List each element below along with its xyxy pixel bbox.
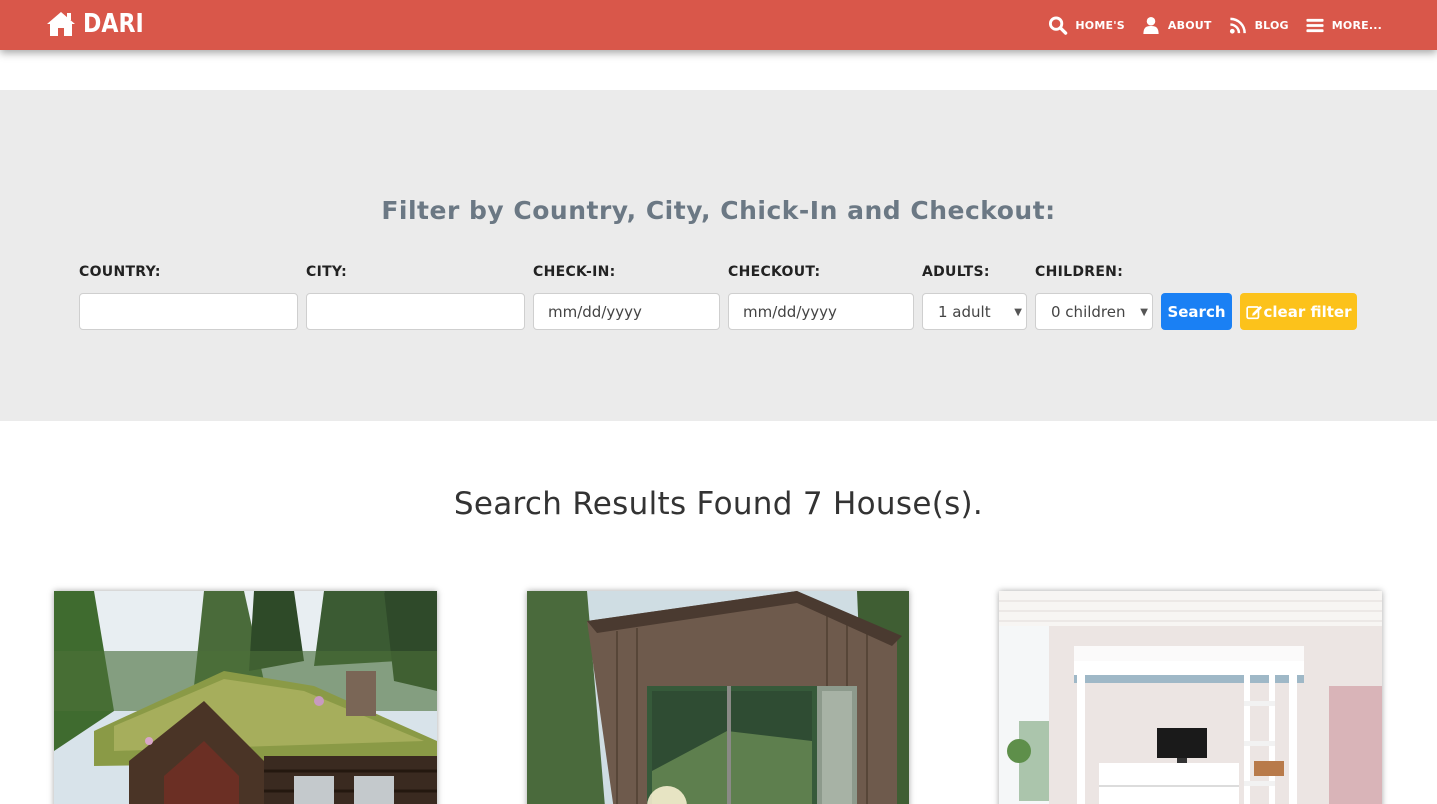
country-input[interactable] bbox=[79, 293, 298, 330]
search-button-label: Search bbox=[1167, 302, 1226, 321]
search-button[interactable]: Search bbox=[1161, 293, 1232, 330]
results-title: Search Results Found 7 House(s). bbox=[453, 486, 984, 522]
checkout-label: CHECKOUT: bbox=[728, 264, 821, 280]
children-label: CHILDREN: bbox=[1035, 264, 1124, 280]
children-select[interactable]: 0 children ▼ bbox=[1035, 293, 1153, 330]
house-card[interactable] bbox=[54, 591, 437, 804]
filter-section: Filter by Country, City, Chick-In and Ch… bbox=[0, 90, 1437, 421]
nav-item-homes[interactable]: HOME'S bbox=[1048, 15, 1125, 35]
city-input[interactable] bbox=[306, 293, 525, 330]
search-icon bbox=[1049, 15, 1068, 35]
user-icon bbox=[1143, 16, 1159, 34]
chevron-down-icon: ▼ bbox=[1014, 307, 1022, 318]
nav-label-homes: HOME'S bbox=[1075, 18, 1125, 32]
wooden-cabin-glass-front-photo bbox=[527, 591, 909, 804]
top-navbar: DARI HOME'S ABOUT BLOG MORE... bbox=[0, 0, 1437, 50]
adults-select[interactable]: 1 adult ▼ bbox=[922, 293, 1027, 330]
brand-name: DARI bbox=[83, 9, 144, 39]
home-icon bbox=[47, 12, 75, 36]
city-label: CITY: bbox=[306, 264, 348, 280]
checkin-input[interactable] bbox=[533, 293, 720, 330]
checkout-input[interactable] bbox=[728, 293, 914, 330]
house-card[interactable] bbox=[999, 591, 1382, 804]
brand-logo[interactable]: DARI bbox=[45, 9, 154, 39]
nav-item-about[interactable]: ABOUT bbox=[1141, 16, 1212, 35]
nav-label-more: MORE... bbox=[1331, 18, 1382, 32]
bedroom-loft-bed-photo bbox=[999, 591, 1382, 804]
rss-icon bbox=[1229, 17, 1246, 34]
nav-label-about: ABOUT bbox=[1167, 18, 1212, 32]
adults-label: ADULTS: bbox=[922, 264, 990, 280]
clear-filter-label: clear filter bbox=[1263, 302, 1352, 321]
checkin-label: CHECK-IN: bbox=[533, 264, 616, 280]
adults-select-value: 1 adult bbox=[938, 302, 991, 321]
menu-icon bbox=[1306, 18, 1324, 32]
clear-filter-button[interactable]: clear filter bbox=[1240, 293, 1357, 330]
edit-icon bbox=[1245, 305, 1262, 319]
nav-menu: HOME'S ABOUT BLOG MORE... bbox=[1032, 0, 1382, 50]
nav-item-more[interactable]: MORE... bbox=[1305, 16, 1382, 35]
chevron-down-icon: ▼ bbox=[1140, 307, 1148, 318]
children-select-value: 0 children bbox=[1051, 302, 1126, 321]
nav-item-blog[interactable]: BLOG bbox=[1228, 16, 1289, 35]
country-label: COUNTRY: bbox=[79, 264, 161, 280]
grass-roof-log-cabin-photo bbox=[54, 591, 437, 804]
house-card[interactable] bbox=[527, 591, 909, 804]
filter-title: Filter by Country, City, Chick-In and Ch… bbox=[381, 196, 1056, 225]
nav-label-blog: BLOG bbox=[1254, 18, 1289, 32]
